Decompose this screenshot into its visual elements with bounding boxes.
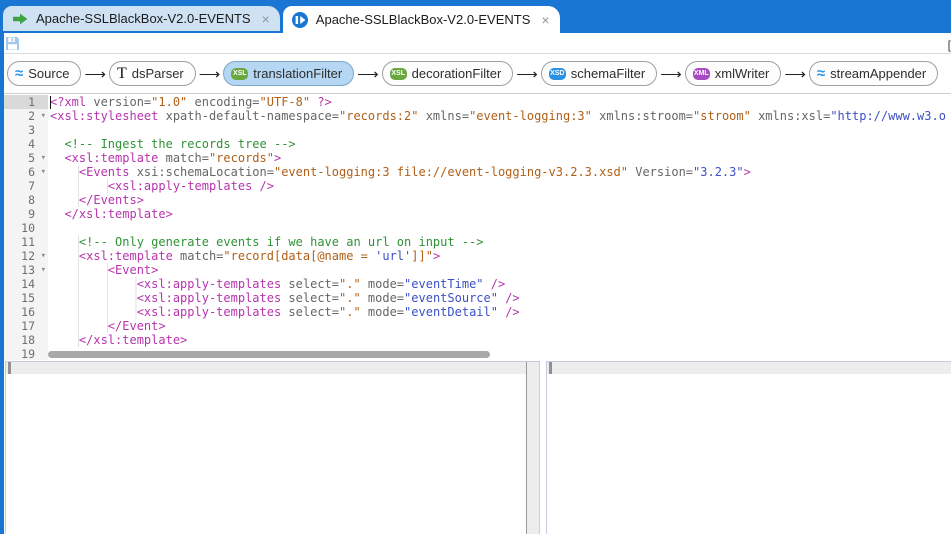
save-icon [6, 37, 19, 50]
xsl-icon: XSL [389, 67, 407, 80]
window-left-accent [0, 33, 4, 534]
output-pane-left[interactable] [5, 361, 540, 534]
stream-icon: ≈ [15, 65, 24, 82]
code-line: <xsl:stylesheet xpath-default-namespace=… [50, 109, 946, 123]
line-number: 10 [21, 221, 35, 235]
line-number: 12 ▾ [21, 249, 46, 263]
stroom-app-window: Apache-SSLBlackBox-V2.0-EVENTS × Apache-SS… [0, 0, 951, 534]
pipeline-arrow-icon [11, 10, 29, 28]
line-number: 9 [28, 207, 35, 221]
pipeline-element-label: dsParser [131, 66, 184, 81]
code-line: <Event> [50, 263, 951, 277]
code-line: </Events> [50, 193, 951, 207]
pipeline-element-Source[interactable]: ≈ Source [7, 61, 82, 86]
flow-arrow-icon: ⟶ [84, 65, 106, 83]
pipeline-element-xmlWriter[interactable]: XML xmlWriter [684, 61, 782, 86]
line-number: 18 [21, 333, 35, 347]
flow-arrow-icon: ⟶ [660, 65, 682, 83]
xsd-icon: XSD [548, 67, 566, 80]
code-line: <xsl:apply-templates select="." mode="ev… [50, 291, 951, 305]
flow-arrow-icon: ⟶ [198, 65, 221, 83]
output-pane-right[interactable] [546, 361, 951, 534]
code-line: <!-- Only generate events if we have an … [50, 235, 951, 249]
code-line: <!-- Ingest the records tree --> [50, 137, 951, 151]
pipeline-element-streamAppender[interactable]: ≈ streamAppender [808, 61, 939, 86]
toolbar-overflow-text: [- [947, 38, 951, 52]
code-line: <?xml version="1.0" encoding="UTF-8" ?> [50, 95, 332, 109]
tab-label: Apache-SSLBlackBox-V2.0-EVENTS [36, 11, 251, 26]
code-line: </xsl:template> [50, 333, 951, 347]
code-area[interactable]: <?xml version="1.0" encoding="UTF-8" ?> <… [50, 95, 951, 360]
code-line: </xsl:template> [50, 207, 951, 221]
line-number: 17 [21, 319, 35, 333]
code-line: <xsl:apply-templates select="." mode="ev… [50, 277, 951, 291]
fold-toggle-icon[interactable]: ▾ [41, 165, 46, 179]
pipeline-structure-bar: ≈ Source ⟶ TdsParser ⟶ XSL translationFilter ⟶ X… [0, 54, 951, 94]
pane-right-hscroll-thumb[interactable] [549, 362, 552, 374]
code-line: <xsl:apply-templates select="." mode="ev… [50, 305, 951, 319]
code-line: </Event> [50, 319, 951, 333]
pipeline-element-translationFilter[interactable]: XSL translationFilter [223, 61, 355, 86]
line-number: 8 [28, 193, 35, 207]
line-number: 1 [4, 95, 48, 109]
line-number: 15 [21, 291, 35, 305]
line-number: 19 [21, 347, 35, 360]
stream-icon: ≈ [816, 65, 826, 82]
pane-left-vertical-scrollbar[interactable] [526, 362, 539, 534]
xsl-icon: XSL [231, 67, 249, 80]
code-line: <xsl:apply-templates /> [50, 179, 951, 193]
pane-right-horizontal-scrollbar[interactable] [547, 362, 951, 374]
line-number: 2 ▾ [28, 109, 46, 123]
text-cursor [50, 96, 51, 109]
fold-toggle-icon[interactable]: ▾ [41, 109, 46, 123]
line-number-gutter: 1 2 ▾ 3 4 5 ▾ 6 ▾ 7 8 9 10 11 12 ▾ 13 ▾ 14 15 16 17 18 19 [4, 95, 48, 360]
fold-toggle-icon[interactable]: ▾ [41, 263, 46, 277]
line-number: 16 [21, 305, 35, 319]
code-line: <xsl:template match="record[data[@name =… [50, 249, 951, 263]
xslt-code-editor[interactable]: 1 2 ▾ 3 4 5 ▾ 6 ▾ 7 8 9 10 11 12 ▾ 13 ▾ 14 15 16 17 18 19 <?xml… [4, 95, 951, 360]
line-number: 3 [28, 123, 35, 137]
editor-toolbar: [- [0, 33, 951, 54]
tab-label: Apache-SSLBlackBox-V2.0-EVENTS [315, 12, 531, 27]
pipeline-element-label: schemaFilter [570, 66, 646, 81]
code-line: <Events xsi:schemaLocation="event-loggin… [50, 165, 951, 179]
code-line: <xsl:template match="records"> [50, 151, 951, 165]
pipeline-element-decorationFilter[interactable]: XSL decorationFilter [381, 61, 514, 86]
text-converter-icon: T [116, 64, 127, 82]
line-number: 7 [28, 179, 35, 193]
xml-icon: XML [692, 67, 710, 80]
tab-2-active[interactable]: Apache-SSLBlackBox-V2.0-EVENTS × [282, 6, 560, 33]
pane-left-hscroll-thumb[interactable] [8, 362, 11, 374]
pipeline-element-label: xmlWriter [714, 66, 770, 81]
tab-strip: Apache-SSLBlackBox-V2.0-EVENTS × Apache-SS… [0, 0, 951, 33]
line-number: 4 [28, 137, 35, 151]
line-number: 6 ▾ [28, 165, 46, 179]
line-number: 5 ▾ [28, 151, 46, 165]
flow-arrow-icon: ⟶ [357, 65, 379, 83]
flow-arrow-icon: ⟶ [784, 65, 806, 83]
pipeline-element-label: Source [28, 66, 70, 81]
line-number: 13 ▾ [21, 263, 46, 277]
editor-horizontal-scrollbar[interactable] [48, 351, 490, 358]
save-button[interactable] [5, 36, 20, 51]
tab-1[interactable]: Apache-SSLBlackBox-V2.0-EVENTS × [3, 6, 280, 31]
pipeline-element-label: translationFilter [253, 66, 343, 81]
tab-close-icon[interactable]: × [541, 13, 549, 27]
fold-toggle-icon[interactable]: ▾ [41, 151, 46, 165]
flow-arrow-icon: ⟶ [516, 65, 538, 83]
tab-close-icon[interactable]: × [262, 12, 270, 26]
fold-toggle-icon[interactable]: ▾ [41, 249, 46, 263]
line-number: 14 [21, 277, 35, 291]
pipeline-element-label: decorationFilter [411, 66, 502, 81]
line-number: 11 [21, 235, 35, 249]
xslt-doc-icon [291, 11, 309, 29]
pipeline-element-dsParser[interactable]: TdsParser [108, 61, 196, 86]
pipeline-element-label: streamAppender [830, 66, 927, 81]
pane-left-horizontal-scrollbar[interactable] [6, 362, 526, 374]
pipeline-element-schemaFilter[interactable]: XSD schemaFilter [540, 61, 658, 86]
